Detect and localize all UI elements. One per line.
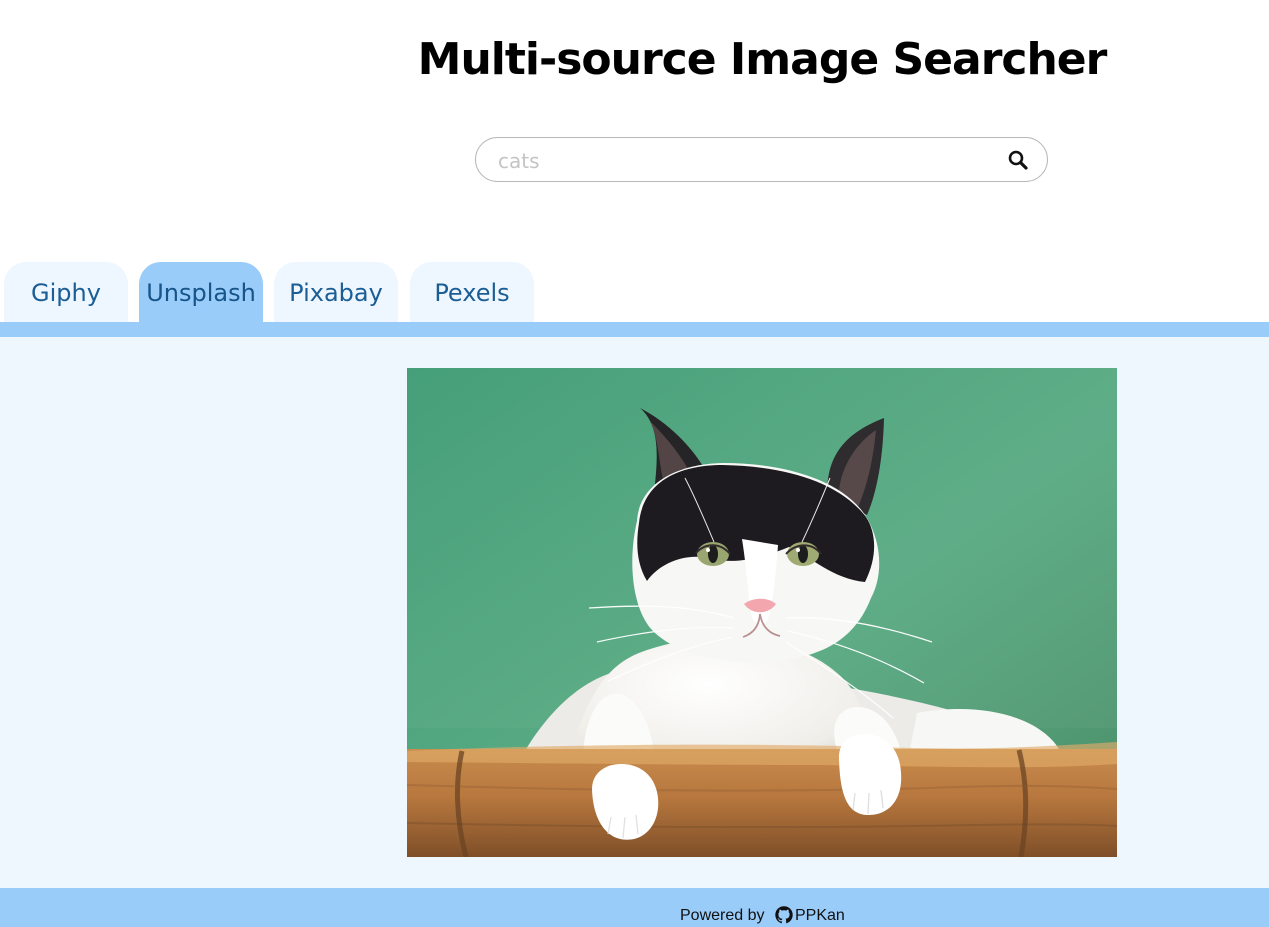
tab-giphy[interactable]: Giphy: [4, 262, 128, 322]
author-link[interactable]: PPKan: [795, 907, 845, 925]
results-panel: [0, 337, 1269, 888]
cat-image: [407, 368, 1117, 857]
github-icon[interactable]: [774, 905, 794, 925]
powered-by-label: Powered by: [680, 907, 765, 924]
footer: Powered by PPKan: [0, 888, 1269, 927]
result-image[interactable]: [407, 368, 1117, 857]
tab-pexels[interactable]: Pexels: [410, 262, 534, 322]
search-bar: [475, 137, 1048, 183]
image-searcher-page: Multi-source Image Searcher Giphy Unspla…: [0, 0, 1269, 927]
search-button[interactable]: [1007, 149, 1029, 171]
search-icon: [1008, 150, 1028, 170]
tab-underline-bar: [0, 322, 1269, 337]
search-input[interactable]: [496, 138, 1000, 183]
page-title: Multi-source Image Searcher: [417, 34, 1108, 85]
tab-unsplash[interactable]: Unsplash: [139, 262, 263, 322]
tab-pixabay[interactable]: Pixabay: [274, 262, 398, 322]
